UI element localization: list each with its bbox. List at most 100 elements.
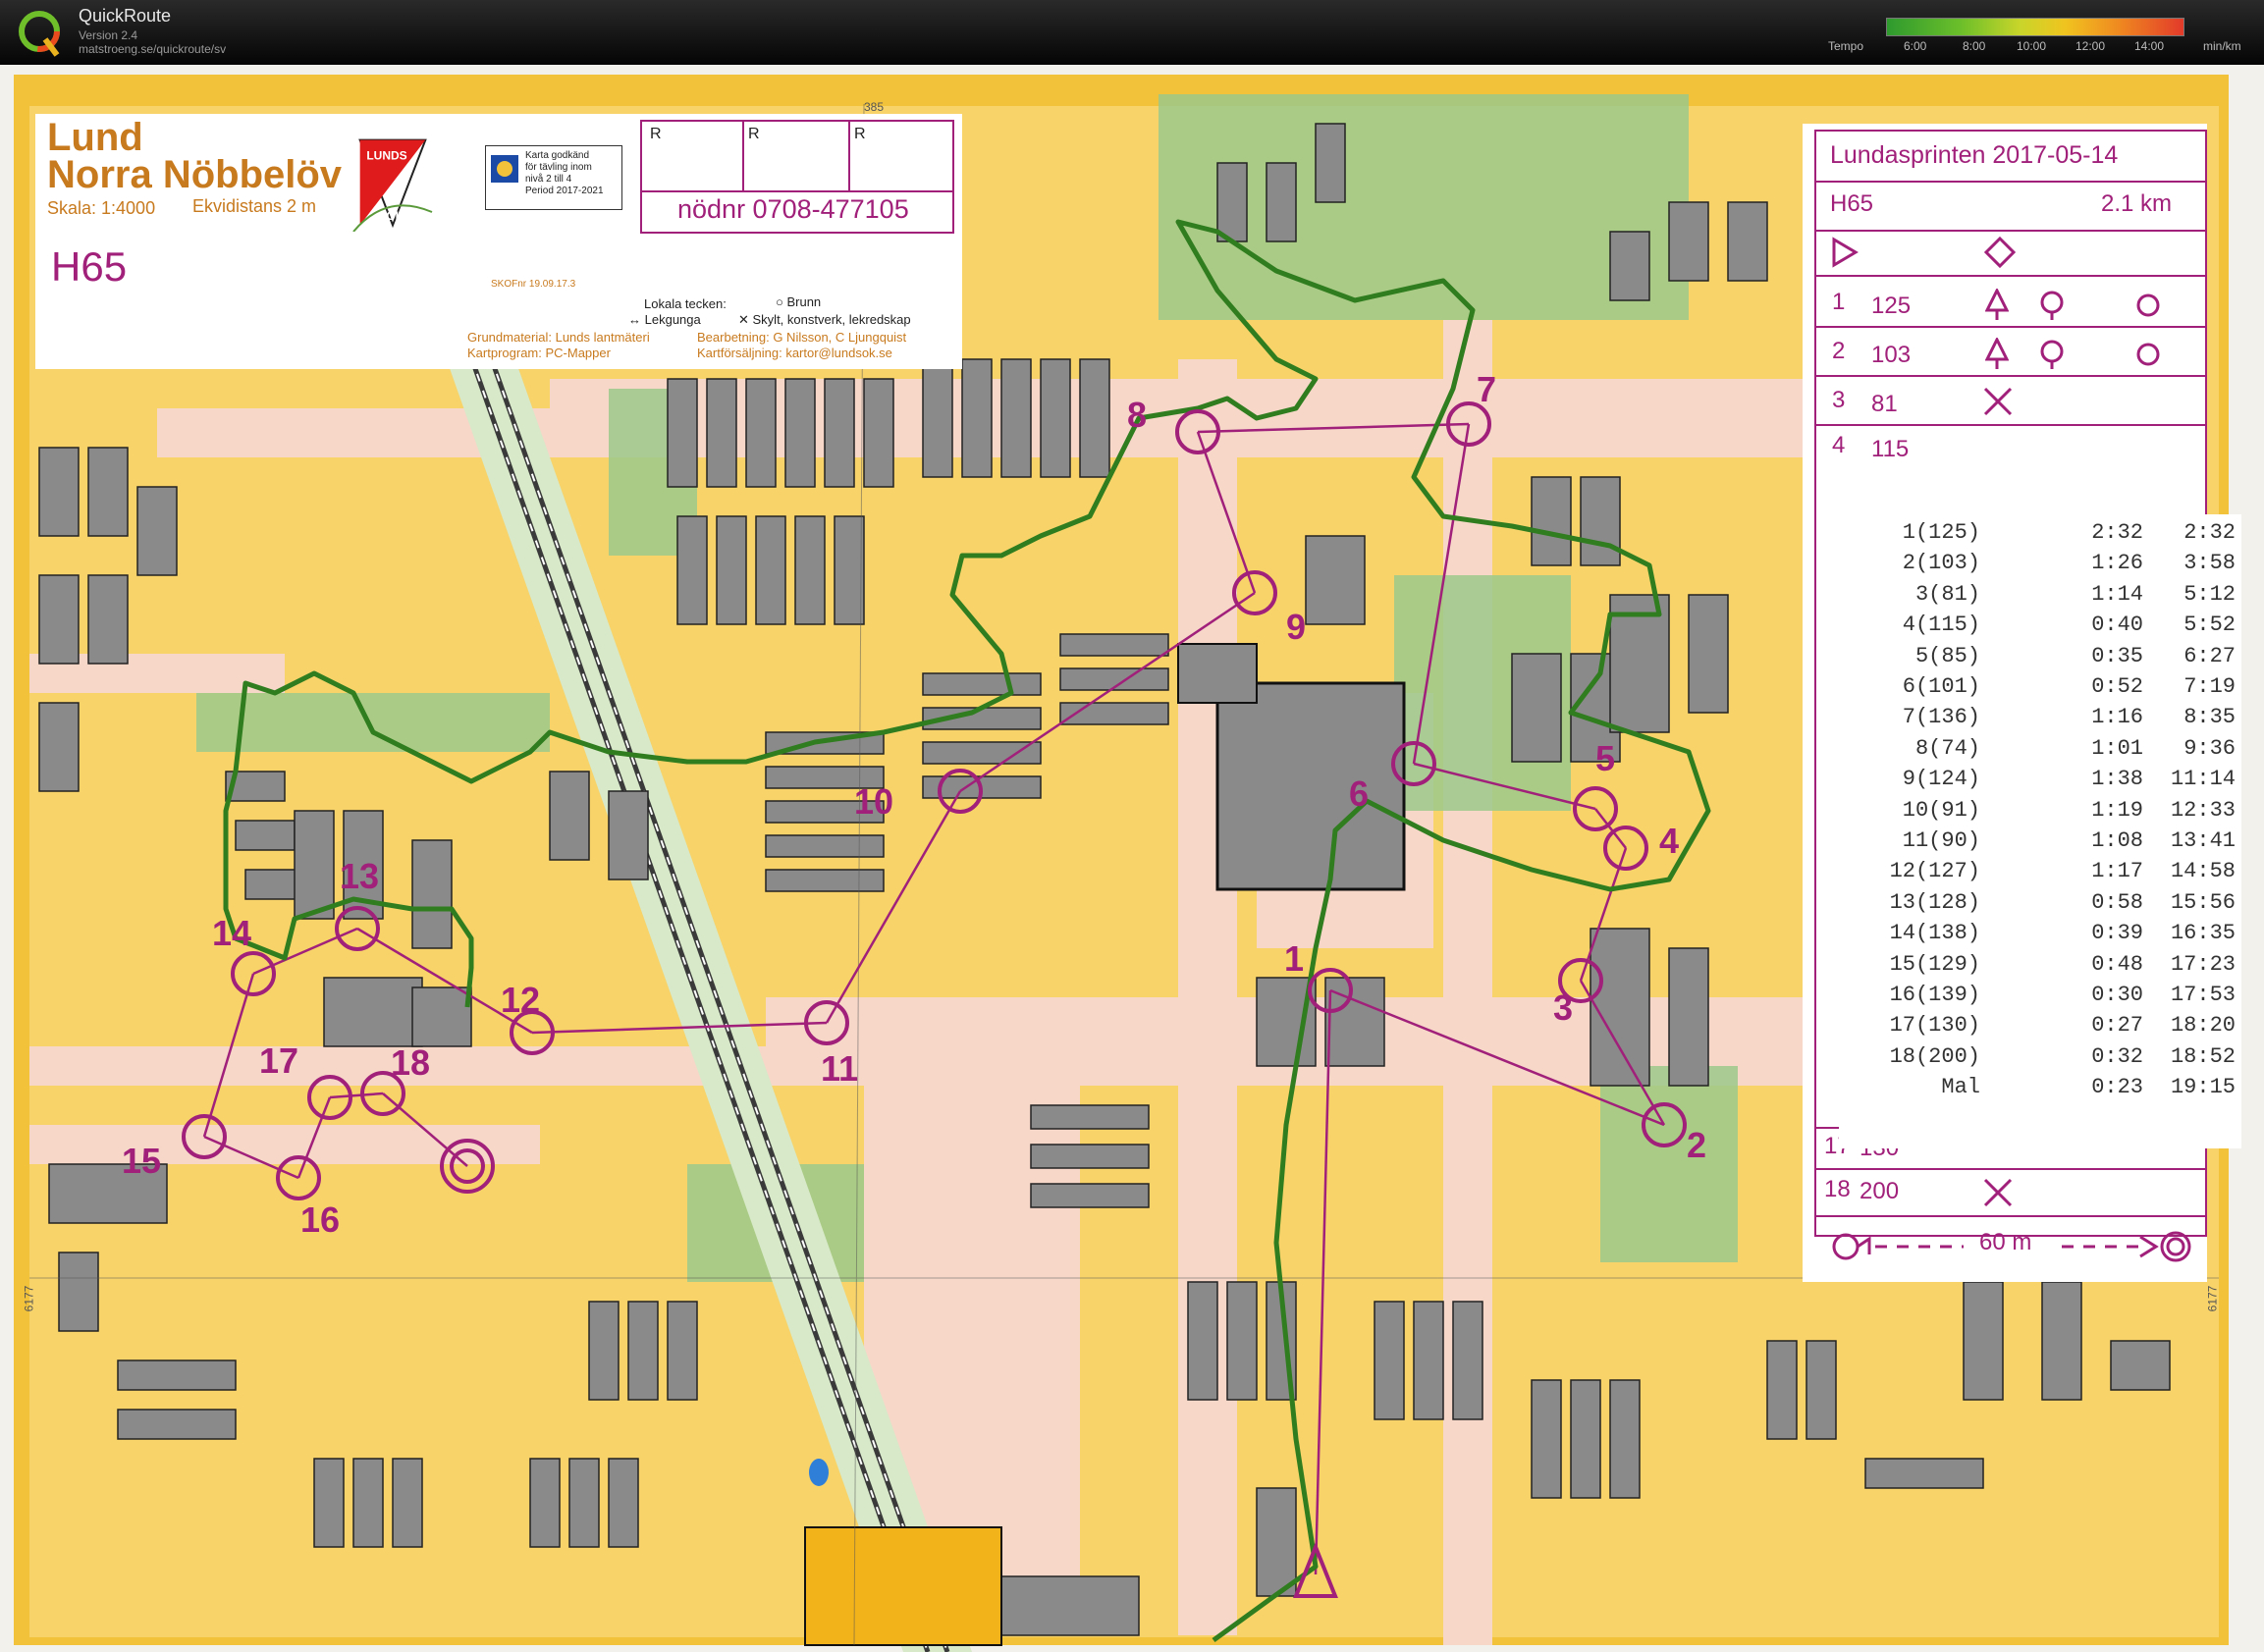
map-canvas[interactable]: Lund Norra Nöbbelöv Skala: 1:4000 Ekvidi… (0, 65, 2264, 1652)
app-title: QuickRoute (79, 6, 172, 26)
approval-box: Karta godkänd för tävling inom nivå 2 ti… (485, 145, 622, 210)
split-total-time: 8:35 (2183, 705, 2236, 730)
control-number-2: 2 (1687, 1125, 1707, 1165)
split-control: 1(125) (1902, 520, 1980, 545)
approval-line: för tävling inom (525, 162, 592, 173)
split-leg-time: 0:23 (2091, 1075, 2143, 1100)
quickroute-logo-icon (19, 11, 60, 57)
split-control: 16(139) (1889, 983, 1980, 1007)
split-control: 5(85) (1914, 643, 1980, 668)
skof-number: SKOFnr 19.09.17.3 (491, 279, 576, 290)
description-class: H65 (1830, 190, 1874, 217)
description-row-code: 103 (1871, 342, 1912, 368)
r-cell: R (650, 126, 662, 142)
control-number-5: 5 (1595, 738, 1616, 778)
split-leg-time: 0:27 (2091, 1013, 2143, 1039)
split-leg-time: 0:52 (2091, 674, 2143, 699)
control-number-17: 17 (259, 1040, 299, 1081)
split-control: 9(124) (1902, 767, 1980, 792)
control-number-8: 8 (1127, 395, 1148, 435)
description-row-code: 125 (1871, 293, 1912, 319)
approval-line: Karta godkänd (525, 150, 590, 161)
map-scale: Skala: 1:4000 (47, 198, 156, 218)
approval-line: Period 2017-2021 (525, 186, 604, 196)
control-number-15: 15 (122, 1141, 162, 1181)
credit-line: Grundmaterial: Lunds lantmäteri (467, 330, 650, 345)
split-row: 13(128) 0:58 15:56 (1839, 890, 2241, 921)
split-control: 8(74) (1914, 735, 1980, 761)
control-number-11: 11 (821, 1048, 859, 1089)
control-number-4: 4 (1659, 821, 1680, 861)
pond (809, 1459, 829, 1486)
split-leg-time: 0:48 (2091, 951, 2143, 977)
control-number-3: 3 (1553, 987, 1574, 1028)
control-number-9: 9 (1286, 607, 1307, 647)
split-control: 3(81) (1914, 581, 1980, 607)
split-total-time: 13:41 (2170, 828, 2236, 853)
split-total-time: 7:19 (2183, 674, 2236, 699)
description-row-code: 81 (1871, 391, 1898, 417)
split-control: 13(128) (1889, 889, 1980, 915)
split-row: 15(129) 0:48 17:23 (1839, 952, 2241, 983)
split-row: 17(130) 0:27 18:20 (1839, 1013, 2241, 1043)
split-row: 16(139) 0:30 17:53 (1839, 983, 2241, 1013)
sof-logo-icon (491, 155, 518, 183)
split-total-time: 3:58 (2183, 551, 2236, 576)
split-leg-time: 1:16 (2091, 705, 2143, 730)
description-row-num: 2 (1832, 338, 1846, 364)
tempo-tick: 6:00 (1904, 39, 1927, 53)
control-number-13: 13 (340, 856, 380, 896)
description-row-num: 1 (1832, 289, 1846, 315)
split-control: 6(101) (1902, 674, 1980, 699)
split-control: Mal (1941, 1075, 1980, 1100)
control-number-18: 18 (391, 1042, 431, 1083)
description-title: Lundasprinten 2017-05-14 (1830, 141, 2119, 169)
tempo-tick: 10:00 (2017, 39, 2047, 53)
tempo-tick: 14:00 (2134, 39, 2165, 53)
map-place-line1: Lund (47, 116, 143, 159)
control-number-7: 7 (1477, 369, 1497, 409)
split-total-time: 16:35 (2170, 921, 2236, 946)
app-url[interactable]: matstroeng.se/quickroute/sv (79, 42, 226, 56)
split-row: 10(91) 1:19 12:33 (1839, 798, 2241, 828)
split-row: 2(103) 1:26 3:58 (1839, 551, 2241, 581)
split-total-time: 12:33 (2170, 797, 2236, 823)
finish-distance: 60 m (1979, 1229, 2032, 1255)
split-leg-time: 1:26 (2091, 551, 2143, 576)
split-control: 18(200) (1889, 1043, 1980, 1069)
map-equidistance: Ekvidistans 2 m (192, 196, 317, 216)
tempo-unit: min/km (2203, 39, 2241, 53)
control-number-10: 10 (854, 781, 894, 822)
split-total-time: 15:56 (2170, 889, 2236, 915)
r-cell: R (748, 126, 760, 142)
control-number-12: 12 (501, 980, 541, 1020)
description-row-num: 3 (1832, 387, 1846, 413)
split-row: 5(85) 0:35 6:27 (1839, 644, 2241, 674)
diamond-icon (1983, 236, 2017, 269)
split-leg-time: 1:08 (2091, 828, 2143, 853)
split-total-time: 11:14 (2170, 767, 2236, 792)
position-icon (2136, 293, 2160, 317)
app-version: Version 2.4 (79, 28, 138, 42)
position-icon (2136, 343, 2160, 366)
split-row: 14(138) 0:39 16:35 (1839, 921, 2241, 951)
split-total-time: 17:53 (2170, 983, 2236, 1007)
split-leg-time: 2:32 (2091, 520, 2143, 545)
credit-line: Bearbetning: G Nilsson, C Ljungquist (697, 330, 907, 345)
approval-line: nivå 2 till 4 (525, 174, 572, 185)
split-row: 4(115) 0:40 5:52 (1839, 613, 2241, 643)
split-control: 10(91) (1902, 797, 1980, 823)
tempo-color-scale (1886, 18, 2184, 36)
split-control: 15(129) (1889, 951, 1980, 977)
bush-icon (2040, 340, 2064, 369)
yellow-structure (804, 1526, 1002, 1646)
split-leg-time: 0:40 (2091, 613, 2143, 638)
bush-icon (2040, 291, 2064, 320)
split-total-time: 14:58 (2170, 859, 2236, 884)
control-number-16: 16 (300, 1199, 341, 1240)
credit-line: Kartförsäljning: kartor@lundsok.se (697, 346, 892, 360)
split-total-time: 17:23 (2170, 951, 2236, 977)
credit-line: Kartprogram: PC-Mapper (467, 346, 611, 360)
control-number-6: 6 (1349, 773, 1370, 814)
split-leg-time: 1:38 (2091, 767, 2143, 792)
